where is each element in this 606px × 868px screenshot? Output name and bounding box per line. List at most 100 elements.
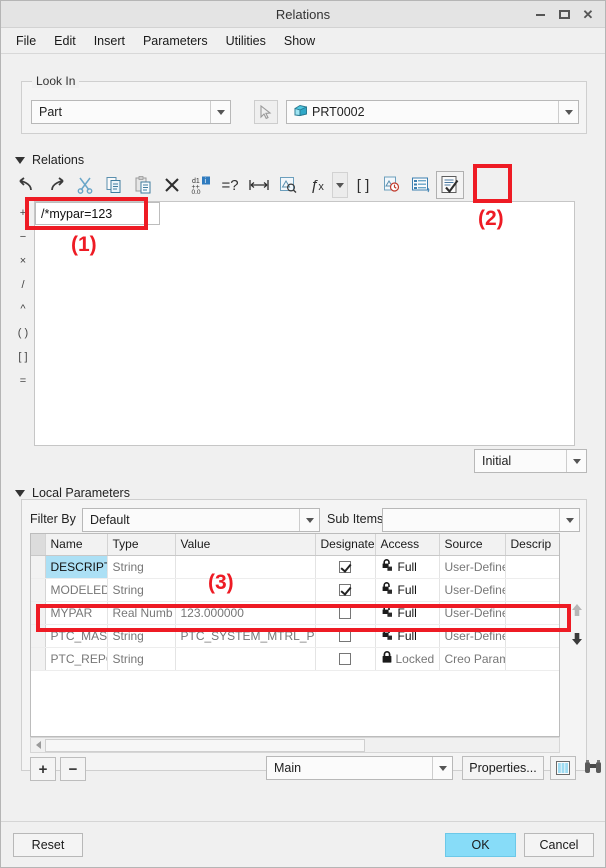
delete-icon[interactable] <box>158 171 186 199</box>
scroll-left-arrow-icon[interactable] <box>31 738 45 752</box>
cell-value[interactable] <box>175 647 316 671</box>
cell-source[interactable]: User-Define <box>439 555 506 579</box>
cell-name[interactable]: MODELED_ <box>45 578 108 602</box>
reset-button[interactable]: Reset <box>13 833 83 857</box>
row-grip[interactable] <box>31 647 46 671</box>
table-row[interactable]: MYPAR Real Numb 123.000000 Full User-Define <box>31 601 559 625</box>
cell-value[interactable] <box>175 555 316 579</box>
cell-description[interactable] <box>505 624 559 648</box>
table-row[interactable]: PTC_REPORString Locked Creo Param <box>31 647 559 671</box>
menu-item-parameters[interactable]: Parameters <box>134 31 217 51</box>
cell-name[interactable]: PTC_REPOR <box>45 647 108 671</box>
chevron-down-icon[interactable] <box>299 509 319 531</box>
cell-description[interactable] <box>505 555 559 579</box>
close-icon[interactable]: ✕ <box>577 4 599 26</box>
col-value[interactable]: Value <box>175 534 316 556</box>
cell-access[interactable]: Full <box>375 624 440 648</box>
ok-button[interactable]: OK <box>445 833 516 857</box>
function-icon[interactable]: ƒx <box>303 171 331 199</box>
look-in-type-combo[interactable]: Part <box>31 100 231 124</box>
operator-equals[interactable]: = <box>13 369 33 393</box>
collapse-triangle-icon[interactable] <box>15 489 25 497</box>
minimize-icon[interactable] <box>529 4 551 26</box>
select-item-button[interactable] <box>254 100 278 124</box>
initial-combo[interactable]: Initial <box>474 449 587 473</box>
row-grip[interactable] <box>31 601 46 625</box>
switch-dimensions-icon[interactable]: d1 i ++ 0.0 <box>187 171 215 199</box>
collapse-triangle-icon[interactable] <box>15 156 25 164</box>
cell-access[interactable]: Full <box>375 578 440 602</box>
redo-icon[interactable] <box>42 171 70 199</box>
row-grip[interactable] <box>31 578 46 602</box>
properties-button[interactable]: Properties... <box>462 756 544 780</box>
verify-relations-icon[interactable]: =? <box>216 171 244 199</box>
function-dropdown-icon[interactable] <box>332 172 348 198</box>
chevron-down-icon[interactable] <box>566 450 586 472</box>
local-parameters-section-header[interactable]: Local Parameters <box>15 486 130 500</box>
parameters-table-container[interactable]: Name Type Value Designate Access Source … <box>30 533 560 737</box>
model-combo[interactable]: PRT0002 <box>286 100 579 124</box>
cell-designate[interactable] <box>315 647 376 671</box>
cell-value[interactable]: 123.000000 <box>175 601 316 625</box>
maximize-icon[interactable] <box>553 4 575 26</box>
operator-brackets[interactable]: [ ] <box>13 345 33 369</box>
chevron-down-icon[interactable] <box>432 757 452 779</box>
sub-items-combo[interactable] <box>382 508 580 532</box>
cell-description[interactable] <box>505 578 559 602</box>
operator-minus[interactable]: − <box>13 225 33 249</box>
cell-type[interactable]: Real Numb <box>107 601 176 625</box>
move-up-arrow-icon[interactable] <box>570 603 584 620</box>
remove-parameter-button[interactable]: − <box>60 757 86 781</box>
relations-text-area[interactable]: /*mypar=123 <box>34 201 575 446</box>
cell-value[interactable] <box>175 578 316 602</box>
operator-multiply[interactable]: × <box>13 249 33 273</box>
checkbox-unchecked-icon[interactable] <box>339 630 351 643</box>
cell-type[interactable]: String <box>107 555 176 579</box>
chevron-down-icon[interactable] <box>559 509 579 531</box>
menu-item-insert[interactable]: Insert <box>85 31 134 51</box>
relation-input-line[interactable]: /*mypar=123 <box>35 202 160 225</box>
undo-icon[interactable] <box>13 171 41 199</box>
check-relations-icon[interactable] <box>436 171 464 199</box>
relations-section-header[interactable]: Relations <box>15 153 84 167</box>
table-horizontal-scrollbar[interactable] <box>30 737 560 753</box>
filter-by-combo[interactable]: Default <box>82 508 320 532</box>
cell-designate[interactable] <box>315 624 376 648</box>
paste-icon[interactable] <box>129 171 157 199</box>
chevron-down-icon[interactable] <box>210 101 230 123</box>
checkbox-checked-icon[interactable] <box>339 584 351 597</box>
cell-access[interactable]: Full <box>375 601 440 625</box>
copy-icon[interactable] <box>100 171 128 199</box>
relations-list-icon[interactable] <box>407 171 435 199</box>
menu-item-show[interactable]: Show <box>275 31 324 51</box>
scrollbar-thumb[interactable] <box>45 738 365 752</box>
col-description[interactable]: Descrip <box>505 534 559 556</box>
cell-name[interactable]: DESCRIPTIO <box>45 555 108 579</box>
cell-type[interactable]: String <box>107 624 176 648</box>
units-brackets-icon[interactable]: [ ] <box>349 171 377 199</box>
cell-name[interactable]: MYPAR <box>45 601 108 625</box>
operator-parentheses[interactable]: ( ) <box>13 321 33 345</box>
col-name[interactable]: Name <box>45 534 108 556</box>
binoculars-icon[interactable] <box>580 756 605 780</box>
cell-designate[interactable] <box>315 578 376 602</box>
insert-from-model-icon[interactable] <box>274 171 302 199</box>
col-source[interactable]: Source <box>439 534 506 556</box>
menu-item-edit[interactable]: Edit <box>45 31 85 51</box>
table-row[interactable]: PTC_MASTEStringPTC_SYSTEM_MTRL_PROPS Full… <box>31 624 559 648</box>
menu-item-file[interactable]: File <box>7 31 45 51</box>
cell-type[interactable]: String <box>107 647 176 671</box>
col-designate[interactable]: Designate <box>315 534 376 556</box>
table-row[interactable]: MODELED_String Full User-Define <box>31 578 559 602</box>
table-row[interactable]: DESCRIPTIOString Full User-Define <box>31 555 559 579</box>
cell-type[interactable]: String <box>107 578 176 602</box>
move-down-arrow-icon[interactable] <box>570 632 584 649</box>
cell-source[interactable]: User-Define <box>439 578 506 602</box>
main-combo[interactable]: Main <box>266 756 453 780</box>
cell-description[interactable] <box>505 601 559 625</box>
operator-power[interactable]: ^ <box>13 297 33 321</box>
chevron-down-icon[interactable] <box>558 101 578 123</box>
cell-description[interactable] <box>505 647 559 671</box>
history-icon[interactable] <box>378 171 406 199</box>
operator-plus[interactable]: + <box>13 201 33 225</box>
